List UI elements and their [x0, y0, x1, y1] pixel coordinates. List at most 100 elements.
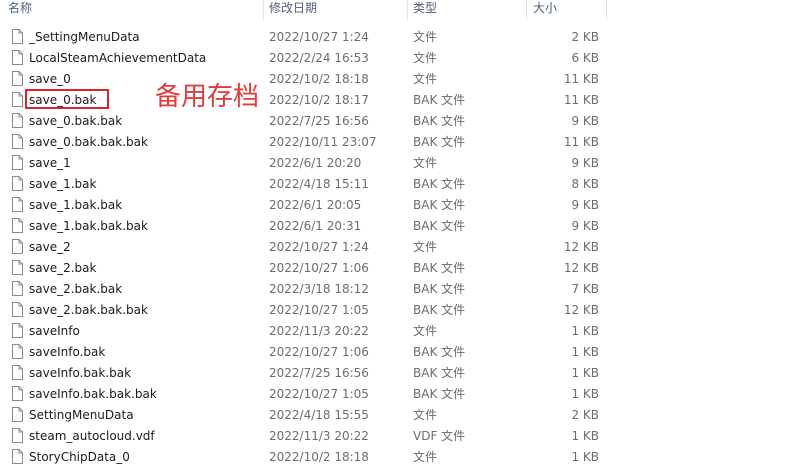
file-size: 12 KB	[563, 303, 599, 317]
file-size: 9 KB	[571, 114, 599, 128]
file-row[interactable]: SettingMenuData 2022/4/18 15:55 文件 2 KB	[0, 405, 610, 426]
file-name: save_1.bak	[29, 177, 97, 191]
file-size: 2 KB	[571, 408, 599, 422]
file-modified-date: 2022/6/1 20:20	[269, 156, 362, 170]
file-row[interactable]: save_1.bak.bak 2022/6/1 20:05 BAK 文件 9 KB	[0, 195, 610, 216]
file-modified-date: 2022/2/24 16:53	[269, 51, 369, 65]
file-row[interactable]: save_1.bak.bak.bak 2022/6/1 20:31 BAK 文件 9 …	[0, 216, 610, 237]
file-icon	[12, 260, 23, 275]
file-size: 9 KB	[571, 219, 599, 233]
file-icon	[12, 134, 23, 149]
column-divider[interactable]	[606, 0, 607, 20]
file-type: BAK 文件	[413, 345, 466, 359]
file-modified-date: 2022/10/11 23:07	[269, 135, 377, 149]
file-modified-date: 2022/11/3 20:22	[269, 429, 369, 443]
file-modified-date: 2022/10/2 18:17	[269, 93, 369, 107]
file-size: 11 KB	[563, 72, 599, 86]
file-size: 1 KB	[571, 429, 599, 443]
column-header-date[interactable]: 修改日期	[269, 0, 317, 20]
file-row[interactable]: save_0.bak.bak.bak 2022/10/11 23:07 BAK 文件…	[0, 132, 610, 153]
file-size: 11 KB	[563, 93, 599, 107]
file-type: BAK 文件	[413, 387, 466, 401]
file-type: BAK 文件	[413, 261, 466, 275]
file-type: 文件	[413, 30, 438, 44]
file-size: 7 KB	[571, 282, 599, 296]
file-size: 12 KB	[563, 261, 599, 275]
file-name: SettingMenuData	[29, 408, 134, 422]
file-type: BAK 文件	[413, 114, 466, 128]
column-header-type[interactable]: 类型	[413, 0, 437, 20]
file-name: save_2.bak	[29, 261, 97, 275]
file-row[interactable]: save_1.bak 2022/4/18 15:11 BAK 文件 8 KB	[0, 174, 610, 195]
file-row[interactable]: saveInfo 2022/11/3 20:22 文件 1 KB	[0, 321, 610, 342]
file-size: 11 KB	[563, 135, 599, 149]
file-size: 12 KB	[563, 240, 599, 254]
file-icon	[12, 302, 23, 317]
file-icon	[12, 344, 23, 359]
file-size: 1 KB	[571, 450, 599, 464]
file-modified-date: 2022/7/25 16:56	[269, 366, 369, 380]
file-name: save_2	[29, 240, 71, 254]
file-modified-date: 2022/10/27 1:05	[269, 387, 369, 401]
file-icon	[12, 218, 23, 233]
file-size: 1 KB	[571, 345, 599, 359]
highlight-box	[25, 89, 109, 109]
column-divider[interactable]	[407, 0, 408, 20]
file-row[interactable]: save_1 2022/6/1 20:20 文件 9 KB	[0, 153, 610, 174]
file-row[interactable]: save_2 2022/10/27 1:24 文件 12 KB	[0, 237, 610, 258]
column-divider[interactable]	[263, 0, 264, 20]
file-row[interactable]: StoryChipData_0 2022/10/2 18:18 文件 1 KB	[0, 447, 610, 468]
file-type: BAK 文件	[413, 93, 466, 107]
file-modified-date: 2022/6/1 20:05	[269, 198, 362, 212]
file-modified-date: 2022/10/27 1:06	[269, 261, 369, 275]
file-modified-date: 2022/7/25 16:56	[269, 114, 369, 128]
column-header-name[interactable]: 名称	[8, 0, 32, 20]
file-name: saveInfo	[29, 324, 80, 338]
file-modified-date: 2022/10/2 18:18	[269, 450, 369, 464]
file-row[interactable]: saveInfo.bak.bak 2022/7/25 16:56 BAK 文件 1 K…	[0, 363, 610, 384]
file-icon	[12, 386, 23, 401]
file-row[interactable]: saveInfo.bak.bak.bak 2022/10/27 1:05 BAK 文…	[0, 384, 610, 405]
file-type: 文件	[413, 72, 438, 86]
column-header-bar: 名称 修改日期 类型 大小	[0, 0, 788, 20]
file-icon	[12, 407, 23, 422]
file-row[interactable]: save_2.bak 2022/10/27 1:06 BAK 文件 12 KB	[0, 258, 610, 279]
file-row[interactable]: _SettingMenuData 2022/10/27 1:24 文件 2 KB	[0, 27, 610, 48]
file-row[interactable]: steam_autocloud.vdf 2022/11/3 20:22 VDF 文件…	[0, 426, 610, 447]
file-icon	[12, 113, 23, 128]
file-name: save_2.bak.bak.bak	[29, 303, 148, 317]
file-size: 1 KB	[571, 387, 599, 401]
file-modified-date: 2022/4/18 15:55	[269, 408, 369, 422]
file-size: 1 KB	[571, 324, 599, 338]
file-type: VDF 文件	[413, 429, 466, 443]
file-name: save_0.bak.bak	[29, 114, 123, 128]
file-icon	[12, 281, 23, 296]
file-row[interactable]: save_2.bak.bak 2022/3/18 18:12 BAK 文件 7 KB	[0, 279, 610, 300]
file-modified-date: 2022/4/18 15:11	[269, 177, 369, 191]
column-divider[interactable]	[526, 0, 527, 20]
file-name: steam_autocloud.vdf	[29, 429, 155, 443]
file-type: 文件	[413, 156, 438, 170]
file-icon	[12, 50, 23, 65]
file-icon	[12, 197, 23, 212]
file-type: BAK 文件	[413, 198, 466, 212]
file-modified-date: 2022/10/27 1:05	[269, 303, 369, 317]
file-modified-date: 2022/10/2 18:18	[269, 72, 369, 86]
file-name: LocalSteamAchievementData	[29, 51, 207, 65]
file-row[interactable]: LocalSteamAchievementData 2022/2/24 16:53…	[0, 48, 610, 69]
column-header-size[interactable]: 大小	[533, 0, 557, 20]
file-modified-date: 2022/3/18 18:12	[269, 282, 369, 296]
file-name: save_2.bak.bak	[29, 282, 123, 296]
file-row[interactable]: save_0 2022/10/2 18:18 文件 11 KB	[0, 69, 610, 90]
file-icon	[12, 155, 23, 170]
file-row[interactable]: saveInfo.bak 2022/10/27 1:06 BAK 文件 1 KB	[0, 342, 610, 363]
annotation-label: 备用存档	[155, 82, 260, 112]
file-icon	[12, 92, 23, 107]
file-icon	[12, 323, 23, 338]
file-type: BAK 文件	[413, 135, 466, 149]
file-name: StoryChipData_0	[29, 450, 130, 464]
file-row[interactable]: save_2.bak.bak.bak 2022/10/27 1:05 BAK 文件 1…	[0, 300, 610, 321]
file-row[interactable]: save_0.bak.bak 2022/7/25 16:56 BAK 文件 9 KB	[0, 111, 610, 132]
file-modified-date: 2022/11/3 20:22	[269, 324, 369, 338]
file-type: 文件	[413, 51, 438, 65]
